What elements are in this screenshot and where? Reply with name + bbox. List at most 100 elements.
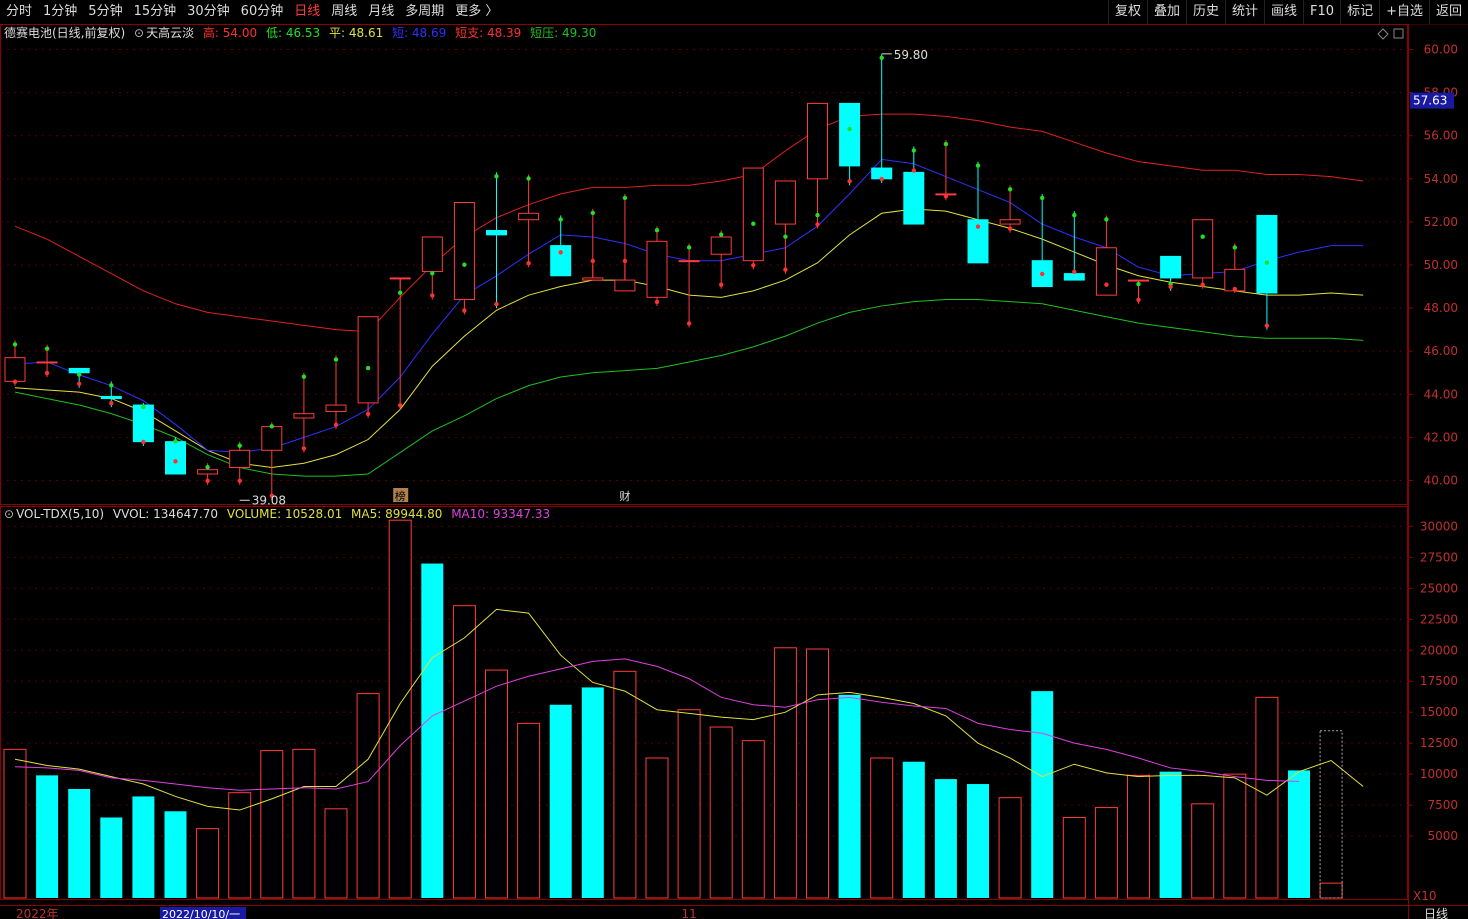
volume-bar	[517, 722, 541, 899]
tool-button-8[interactable]: 返回	[1428, 0, 1468, 24]
tool-button-7[interactable]: +自选	[1379, 0, 1429, 24]
volume-bar	[1062, 816, 1086, 899]
volume-bar	[1031, 691, 1054, 898]
indicator-icon[interactable]: ⊙	[134, 26, 144, 40]
volume-forecast-box	[1319, 730, 1343, 899]
price-tick-label: 60.00	[1424, 43, 1458, 57]
high-dot	[269, 424, 274, 429]
tool-button-2[interactable]: 历史	[1185, 0, 1225, 24]
volume-settings-icon[interactable]: ⊙	[4, 507, 14, 521]
tab-1[interactable]: 1分钟	[37, 0, 82, 24]
low-dot	[141, 439, 146, 445]
tab-8[interactable]: 月线	[362, 0, 399, 24]
volume-tick-label: 20000	[1420, 643, 1458, 657]
volume-bar	[100, 817, 123, 898]
candle-body	[100, 395, 122, 400]
high-dot	[719, 232, 724, 237]
volume-tick-label: 17500	[1420, 674, 1458, 688]
period-label: 日线	[1424, 907, 1448, 919]
high-dot	[943, 141, 949, 147]
tab-7[interactable]: 周线	[325, 0, 362, 24]
candle-body	[4, 357, 26, 382]
low-dot	[1007, 226, 1013, 231]
low-dot	[815, 222, 820, 227]
high-dot	[654, 228, 660, 233]
low-dot	[719, 282, 724, 287]
high-dot	[173, 439, 178, 444]
high-dot	[815, 212, 820, 218]
candle-body	[325, 404, 347, 413]
low-dot	[398, 403, 403, 408]
diamond-icon	[1377, 28, 1389, 40]
low-dot	[783, 267, 788, 272]
price-tick-label: 42.00	[1424, 430, 1458, 444]
tool-buttons: 复权 叠加 历史 统计 画线 F10 标记 +自选 返回	[1107, 0, 1468, 24]
tab-0[interactable]: 分时	[0, 0, 37, 24]
tab-3[interactable]: 15分钟	[128, 0, 182, 24]
candle-body	[421, 236, 443, 272]
candle-body	[1095, 247, 1117, 296]
low-dot	[879, 176, 884, 182]
volume-bar	[934, 779, 957, 898]
low-dot	[751, 263, 756, 268]
high-dot	[526, 176, 531, 181]
volume-bar	[356, 693, 380, 899]
legend-short-support: 短支: 48.39	[455, 26, 522, 40]
indicator-name[interactable]: 天高云淡	[146, 26, 194, 40]
high-dot	[1007, 187, 1013, 192]
candle-body	[582, 277, 604, 281]
tab-9[interactable]: 多周期	[399, 0, 449, 24]
period-tabs: 分时 1分钟 5分钟 15分钟 30分钟 60分钟 日线 周线 月线 多周期 更多 〉	[0, 0, 503, 24]
low-dot	[365, 411, 371, 417]
volume-bar	[998, 797, 1022, 899]
volume-tick-label: 27500	[1420, 550, 1458, 564]
price-tick-label: 40.00	[1424, 473, 1458, 487]
current-price-label: 57.63	[1413, 94, 1447, 108]
tab-10[interactable]: 更多 〉	[449, 0, 503, 24]
volume-bar	[228, 792, 252, 899]
candle-body	[165, 441, 186, 475]
candle-body	[1256, 214, 1278, 294]
volume-title[interactable]: VOL-TDX(5,10)	[16, 507, 104, 521]
tool-button-3[interactable]: 统计	[1225, 0, 1264, 24]
high-marker: 59.80	[894, 48, 928, 62]
price-legend: 德赛电池(日线,前复权) ⊙ 天高云淡 高: 54.00 低: 46.53 平: …	[4, 25, 601, 41]
low-dot	[975, 224, 981, 229]
volume-bar	[1255, 696, 1279, 899]
volume-bar	[260, 750, 284, 899]
tab-2[interactable]: 5分钟	[82, 0, 127, 24]
volume-bar	[967, 784, 989, 898]
chart-title: 德赛电池(日线,前复权)	[4, 26, 126, 40]
volume-tick-label: 10000	[1420, 767, 1458, 781]
tool-button-1[interactable]: 叠加	[1146, 0, 1186, 24]
low-dot	[590, 258, 595, 264]
volume-bar	[870, 757, 894, 899]
volume-bar	[806, 648, 829, 899]
low-dot	[943, 194, 949, 199]
volume-bar	[452, 605, 476, 899]
high-dot	[1232, 245, 1238, 250]
tool-button-5[interactable]: F10	[1303, 0, 1340, 24]
tab-6[interactable]: 日线	[288, 0, 325, 24]
tab-5[interactable]: 60分钟	[235, 0, 289, 24]
volume-bar	[196, 828, 220, 899]
candle-body	[999, 219, 1021, 225]
tool-button-4[interactable]: 画线	[1264, 0, 1303, 24]
tab-4[interactable]: 30分钟	[181, 0, 235, 24]
volume-bar	[1288, 770, 1310, 898]
tool-button-0[interactable]: 复权	[1107, 0, 1147, 24]
high-dot	[430, 271, 435, 276]
high-dot	[1136, 281, 1141, 287]
volume-bar	[613, 670, 637, 899]
candle-body	[710, 236, 732, 255]
high-dot	[1072, 212, 1077, 218]
low-dot	[558, 250, 563, 255]
volume-bar	[421, 563, 444, 898]
low-dot	[622, 258, 628, 264]
tool-button-6[interactable]: 标记	[1340, 0, 1379, 24]
candle-body	[36, 361, 58, 364]
volume-tick-label: 15000	[1420, 705, 1458, 719]
legend-ma10: MA10: 93347.33	[451, 507, 551, 521]
date-label-cursor: 2022/10/10/一	[162, 908, 240, 919]
low-dot	[430, 293, 435, 298]
